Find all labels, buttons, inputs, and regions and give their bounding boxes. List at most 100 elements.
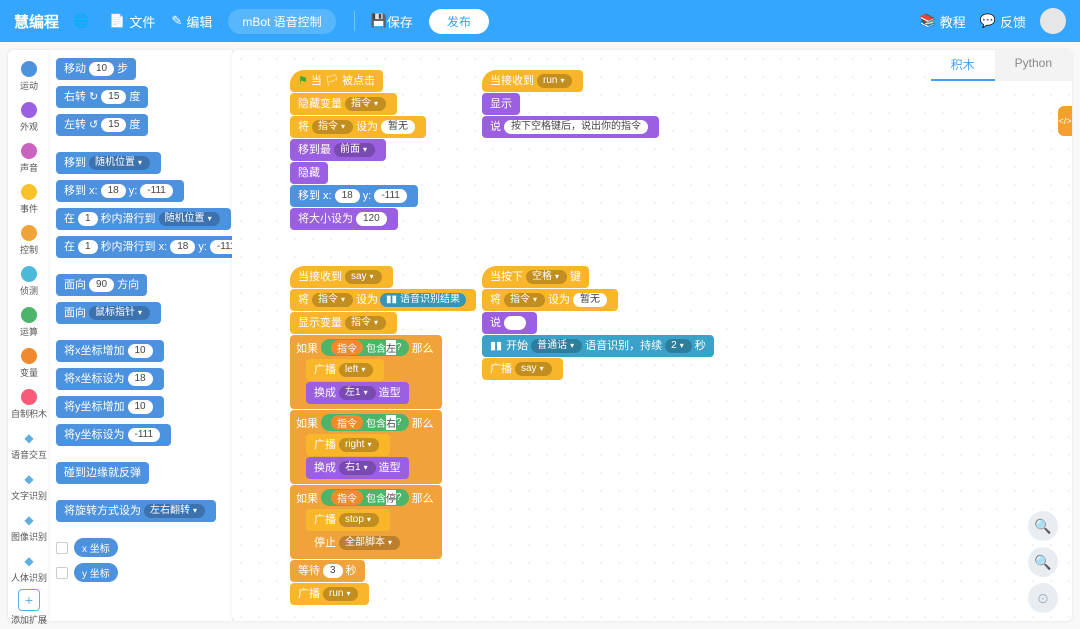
if-stop[interactable]: 如果指令包含停?那么 广播stop 停止全部脚本	[290, 485, 442, 559]
block-edge-bounce[interactable]: 碰到边缘就反弹	[56, 462, 149, 484]
block-show[interactable]: 显示	[482, 93, 520, 115]
script-stack-1[interactable]: ⚑当 🏳 被点击 隐藏变量指令 将指令设为暂无 移到最前面 隐藏 移到 x:18…	[290, 70, 426, 231]
user-avatar[interactable]	[1040, 8, 1066, 34]
category-人体识别[interactable]: ◆ 人体识别	[11, 553, 47, 584]
tab-blocks[interactable]: 积木	[931, 50, 995, 81]
block-set-var[interactable]: 将指令设为暂无	[290, 116, 426, 138]
block-broadcast-right[interactable]: 广播right	[306, 434, 390, 456]
recenter-button[interactable]: ⊙	[1028, 583, 1058, 613]
category-label: 人体识别	[11, 571, 47, 584]
block-point-to[interactable]: 面向鼠标指针	[56, 302, 161, 324]
block-set-size[interactable]: 将大小设为120	[290, 208, 398, 230]
top-bar: 慧编程 🌐 📄文件 ✎编辑 mBot 语音控制 💾保存 发布 📚教程 💬反馈	[0, 0, 1080, 42]
category-文字识别[interactable]: ◆文字识别	[11, 471, 47, 502]
category-声音[interactable]: 声音	[20, 143, 38, 174]
category-图像识别[interactable]: ◆图像识别	[11, 512, 47, 543]
hat-flag[interactable]: ⚑当 🏳 被点击	[290, 70, 383, 92]
block-set-var3[interactable]: 将指令设为▮▮语音识别结果	[290, 289, 476, 311]
save-label: 保存	[387, 12, 413, 31]
category-侦测[interactable]: 侦测	[20, 266, 38, 297]
menu-file[interactable]: 📄文件	[109, 12, 155, 31]
if-right[interactable]: 如果指令包含右?那么 广播right 换成右1造型	[290, 410, 442, 484]
plus-icon: +	[18, 589, 40, 611]
block-goto-dd[interactable]: 移到随机位置	[56, 152, 161, 174]
menu-edit[interactable]: ✎编辑	[171, 12, 212, 31]
block-say[interactable]: 说按下空格键后，说出你的指令	[482, 116, 659, 138]
category-运算[interactable]: 运算	[20, 307, 38, 338]
chat-icon: 💬	[980, 13, 996, 29]
block-say-empty[interactable]: 说	[482, 312, 537, 334]
script-stack-2[interactable]: 当接收到run 显示 说按下空格键后，说出你的指令	[482, 70, 659, 139]
block-stop-all[interactable]: 停止全部脚本	[306, 532, 411, 554]
block-goto-xy[interactable]: 移到 x:18y:-111	[56, 180, 184, 202]
block-set-y[interactable]: 将y坐标设为-111	[56, 424, 171, 446]
block-broadcast-say[interactable]: 广播say	[482, 358, 563, 380]
hat-receive-say[interactable]: 当接收到say	[290, 266, 393, 288]
block-hide-var[interactable]: 隐藏变量指令	[290, 93, 397, 115]
lang-button[interactable]: 🌐	[73, 13, 93, 29]
project-name-input[interactable]: mBot 语音控制	[228, 9, 335, 34]
category-运动[interactable]: 运动	[20, 61, 38, 92]
block-broadcast-run[interactable]: 广播run	[290, 583, 369, 605]
hat-receive-run[interactable]: 当接收到run	[482, 70, 583, 92]
block-wait[interactable]: 等待3秒	[290, 560, 365, 582]
block-turn-left[interactable]: 左转 ↺15度	[56, 114, 148, 136]
reporter-x[interactable]: x 坐标	[56, 538, 226, 557]
block-glide-xy[interactable]: 在1秒内滑行到 x:18y:-111	[56, 236, 232, 258]
expand-handle[interactable]: </>	[1058, 106, 1072, 136]
block-palette[interactable]: 移动10步 右转 ↻15度 左转 ↺15度 移到随机位置 移到 x:18y:-1…	[50, 50, 232, 621]
feedback-label: 反馈	[1000, 12, 1026, 31]
tutorial-button[interactable]: 📚教程	[920, 12, 966, 31]
block-broadcast-left[interactable]: 广播left	[306, 359, 384, 381]
category-dot-icon	[21, 61, 37, 77]
block-set-var4[interactable]: 将指令设为暂无	[482, 289, 618, 311]
category-ext-icon: ◆	[21, 471, 37, 487]
block-speech-recog[interactable]: ▮▮开始普通话语音识别，持续2秒	[482, 335, 714, 357]
block-glide-dd[interactable]: 在1秒内滑行到随机位置	[56, 208, 231, 230]
block-change-x[interactable]: 将x坐标增加10	[56, 340, 164, 362]
block-goto-xy-c[interactable]: 移到 x:18y:-111	[290, 185, 418, 207]
if-left[interactable]: 如果指令包含左?那么 广播left 换成左1造型	[290, 335, 442, 409]
category-变量[interactable]: 变量	[20, 348, 38, 379]
block-switch-left[interactable]: 换成左1造型	[306, 382, 409, 404]
category-外观[interactable]: 外观	[20, 102, 38, 133]
block-turn-right[interactable]: 右转 ↻15度	[56, 86, 148, 108]
add-extension-button[interactable]: + 添加扩展	[11, 589, 47, 626]
block-hide[interactable]: 隐藏	[290, 162, 328, 184]
tab-python[interactable]: Python	[995, 50, 1072, 81]
hat-key-space[interactable]: 当按下空格键	[482, 266, 589, 288]
checkbox-icon[interactable]	[56, 542, 68, 554]
script-canvas[interactable]: 积木 Python </> 🔍 🔍 ⊙ ⚑当 🏳 被点击 隐藏变量指令 将指令设…	[232, 50, 1072, 621]
add-ext-label: 添加扩展	[11, 613, 47, 626]
category-ext-icon: ◆	[21, 553, 37, 569]
feedback-button[interactable]: 💬反馈	[980, 12, 1026, 31]
category-语音交互[interactable]: ◆语音交互	[11, 430, 47, 461]
category-自制积木[interactable]: 自制积木	[11, 389, 47, 420]
zoom-out-button[interactable]: 🔍	[1028, 547, 1058, 577]
script-stack-3[interactable]: 当接收到say 将指令设为▮▮语音识别结果 显示变量指令 如果指令包含左?那么 …	[290, 266, 476, 606]
block-rot-style[interactable]: 将旋转方式设为左右翻转	[56, 500, 216, 522]
block-layer[interactable]: 移到最前面	[290, 139, 386, 161]
block-broadcast-stop[interactable]: 广播stop	[306, 509, 390, 531]
category-label: 声音	[20, 161, 38, 174]
reporter-y[interactable]: y 坐标	[56, 563, 226, 582]
block-point-dir[interactable]: 面向90方向	[56, 274, 147, 296]
script-stack-4[interactable]: 当按下空格键 将指令设为暂无 说 ▮▮开始普通话语音识别，持续2秒 广播say	[482, 266, 714, 381]
block-show-var[interactable]: 显示变量指令	[290, 312, 397, 334]
category-ext-icon: ◆	[21, 512, 37, 528]
zoom-in-button[interactable]: 🔍	[1028, 511, 1058, 541]
block-change-y[interactable]: 将y坐标增加10	[56, 396, 164, 418]
category-控制[interactable]: 控制	[20, 225, 38, 256]
category-dot-icon	[21, 348, 37, 364]
checkbox-icon[interactable]	[56, 567, 68, 579]
edit-icon: ✎	[171, 13, 182, 29]
save-button[interactable]: 💾保存	[363, 8, 421, 35]
block-switch-right[interactable]: 换成右1造型	[306, 457, 409, 479]
category-column: 运动外观声音事件控制侦测运算变量自制积木◆语音交互◆文字识别◆图像识别◆人体识别…	[8, 50, 50, 621]
block-move[interactable]: 移动10步	[56, 58, 136, 80]
category-事件[interactable]: 事件	[20, 184, 38, 215]
category-label: 侦测	[20, 284, 38, 297]
publish-button[interactable]: 发布	[429, 9, 489, 34]
category-dot-icon	[21, 143, 37, 159]
block-set-x[interactable]: 将x坐标设为18	[56, 368, 164, 390]
